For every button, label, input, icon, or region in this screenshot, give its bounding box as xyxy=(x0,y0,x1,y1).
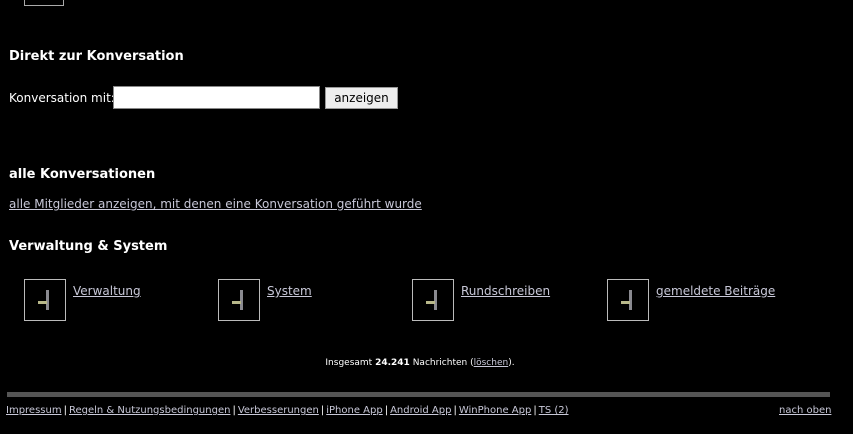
footer-link-regeln[interactable]: Regeln & Nutzungsbedingungen xyxy=(69,405,230,416)
summary-prefix: Insgesamt xyxy=(325,358,373,368)
admin-link-rundschreiben[interactable]: Rundschreiben xyxy=(461,284,550,298)
summary-suffix: ). xyxy=(508,358,515,368)
conversation-partner-input[interactable] xyxy=(113,86,320,109)
admin-link-system[interactable]: System xyxy=(267,284,312,298)
footer-link-iphone-app[interactable]: iPhone App xyxy=(326,405,382,416)
footer-link-ts[interactable]: TS (2) xyxy=(539,405,569,416)
message-summary: Insgesamt 24.241 Nachrichten (löschen). xyxy=(0,358,840,368)
back-to-top-link[interactable]: nach oben xyxy=(779,405,831,416)
section-title-admin: Verwaltung & System xyxy=(9,239,168,254)
footer-link-winphone-app[interactable]: WinPhone App xyxy=(459,405,531,416)
footer-link-android-app[interactable]: Android App xyxy=(390,405,451,416)
admin-icon[interactable] xyxy=(218,279,260,321)
footer-links: Impressum | Regeln & Nutzungsbedingungen | V… xyxy=(6,405,569,416)
message-count: 24.241 xyxy=(375,358,410,368)
admin-link-verwaltung[interactable]: Verwaltung xyxy=(73,284,141,298)
footer-link-verbesserungen[interactable]: Verbesserungen xyxy=(238,405,319,416)
admin-icon[interactable] xyxy=(412,279,454,321)
section-title-all: alle Konversationen xyxy=(9,167,156,182)
footer-link-impressum[interactable]: Impressum xyxy=(6,405,62,416)
delete-messages-link[interactable]: löschen xyxy=(474,358,509,368)
section-title-direct: Direkt zur Konversation xyxy=(9,49,184,64)
show-conversation-button[interactable]: anzeigen xyxy=(325,87,398,109)
conversation-label: Konversation mit: xyxy=(9,91,115,105)
summary-middle: Nachrichten ( xyxy=(412,358,474,368)
admin-icon[interactable] xyxy=(607,279,649,321)
all-members-link[interactable]: alle Mitglieder anzeigen, mit denen eine… xyxy=(9,197,422,211)
admin-link-gemeldete-beitraege[interactable]: gemeldete Beiträge xyxy=(656,284,775,298)
footer-divider xyxy=(7,392,830,397)
admin-icon[interactable] xyxy=(24,279,66,321)
partial-icon-frame xyxy=(24,0,64,6)
